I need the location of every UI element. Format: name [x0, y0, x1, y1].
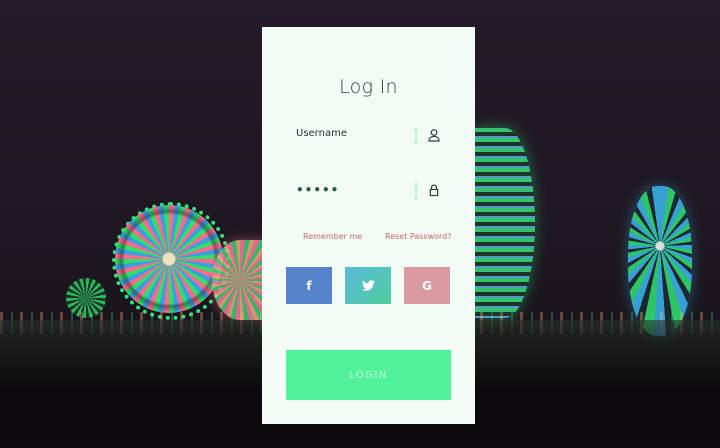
login-button[interactable]: LOGIN	[286, 350, 451, 400]
username-field[interactable]: Username	[296, 126, 444, 146]
login-card: Log In Username ••••• Remember me Reset …	[262, 27, 475, 424]
twitter-login-button[interactable]	[345, 267, 391, 304]
password-field[interactable]: •••••	[296, 181, 444, 201]
facebook-icon: f	[306, 278, 312, 293]
ferris-wheel-small	[212, 240, 268, 320]
field-divider	[415, 128, 417, 144]
user-icon	[428, 129, 440, 142]
username-input[interactable]: Username	[296, 128, 347, 139]
google-icon: G	[422, 278, 432, 293]
facebook-login-button[interactable]: f	[286, 267, 332, 304]
twitter-icon	[361, 280, 375, 291]
field-divider	[415, 183, 417, 199]
password-input[interactable]: •••••	[296, 183, 339, 197]
page-title: Log In	[339, 76, 398, 98]
reset-password-link[interactable]: Reset Password?	[385, 232, 452, 241]
remember-me-checkbox[interactable]: Remember me	[303, 232, 362, 241]
ferris-wheel-left	[115, 205, 223, 313]
ferris-wheel-center	[475, 128, 535, 318]
lock-icon	[429, 184, 439, 197]
google-login-button[interactable]: G	[404, 267, 450, 304]
